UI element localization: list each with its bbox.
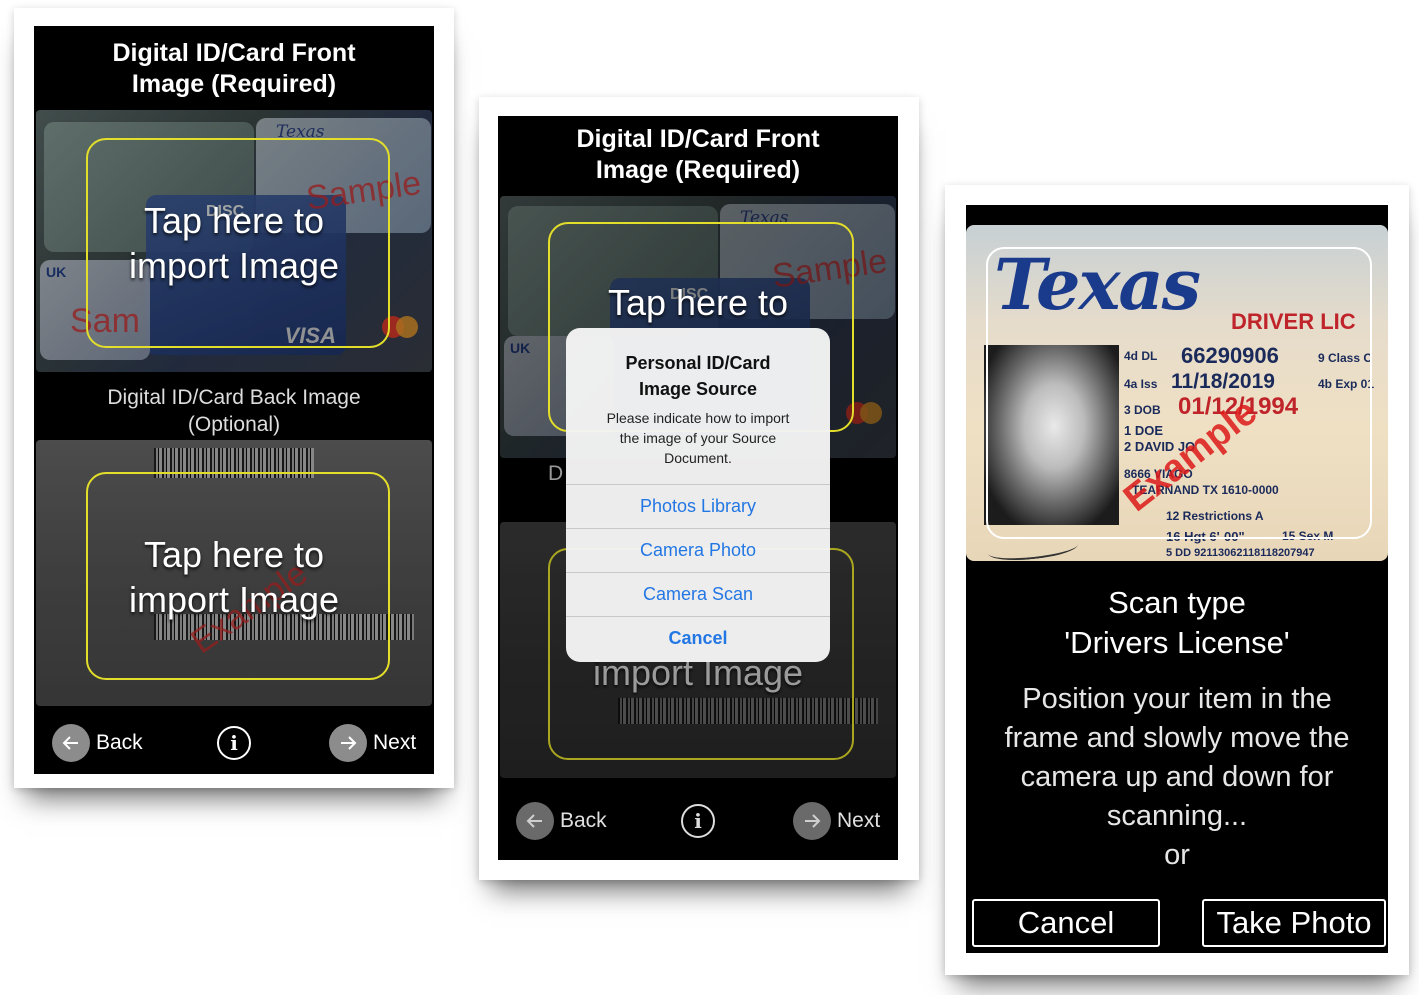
front-image-heading: Digital ID/Card Front Image (Required) <box>112 39 356 98</box>
photos-library-option[interactable]: Photos Library <box>566 484 830 528</box>
next-label-2: Next <box>837 809 881 832</box>
phone-screen-3: Texas DRIVER LIC 4d DL 66290906 9 Class … <box>966 205 1388 953</box>
take-photo-button[interactable]: Take Photo <box>1202 899 1386 947</box>
arrow-right-icon <box>329 724 367 762</box>
back-button-2[interactable]: Back <box>516 802 607 840</box>
front-image-heading-2: Digital ID/Card Front Image (Required) <box>576 125 820 184</box>
dialog-message: Please indicate how to import the image … <box>606 410 790 466</box>
screenshot-card-2: Digital ID/Card Front Image (Required) T… <box>479 97 919 880</box>
dialog-title: Personal ID/Card Image Source <box>625 353 771 399</box>
scan-frame <box>986 247 1372 539</box>
front-tap-label-2[interactable]: Tap here to <box>500 280 896 325</box>
back-label-2: Back <box>560 809 607 832</box>
screenshot-card-3: Texas DRIVER LIC 4d DL 66290906 9 Class … <box>945 185 1409 975</box>
info-icon[interactable]: i <box>681 804 715 838</box>
camera-photo-option[interactable]: Camera Photo <box>566 528 830 572</box>
arrow-right-icon <box>793 802 831 840</box>
back-label: Back <box>96 731 143 754</box>
arrow-left-icon <box>52 724 90 762</box>
drivers-license-preview: Texas DRIVER LIC 4d DL 66290906 9 Class … <box>966 225 1388 561</box>
back-button[interactable]: Back <box>52 724 143 762</box>
bottom-nav-2: Back i Next <box>498 794 898 850</box>
scan-cancel-button[interactable]: Cancel <box>972 899 1160 947</box>
scan-type-heading: Scan type 'Drivers License' <box>1064 585 1290 660</box>
screenshot-card-1: Digital ID/Card Front Image (Required) T… <box>14 8 454 788</box>
image-source-dialog: Personal ID/Card Image Source Please ind… <box>566 328 830 662</box>
dd-field: 5 DD 92113062118118207947 <box>1166 547 1315 559</box>
bottom-nav-1: Back i Next <box>34 716 434 772</box>
phone-screen-1: Digital ID/Card Front Image (Required) T… <box>34 26 434 774</box>
back-tap-label[interactable]: Tap here to import Image <box>36 532 432 622</box>
arrow-left-icon <box>516 802 554 840</box>
back-image-heading: Digital ID/Card Back Image (Optional) <box>107 386 361 436</box>
next-label: Next <box>373 731 417 754</box>
next-button[interactable]: Next <box>329 724 416 762</box>
back-image-panel[interactable]: Example Tap here to import Image <box>36 440 432 706</box>
phone-screen-2: Digital ID/Card Front Image (Required) T… <box>498 116 898 860</box>
next-button-2[interactable]: Next <box>793 802 880 840</box>
front-tap-label[interactable]: Tap here to import Image <box>36 198 432 288</box>
dialog-cancel-button[interactable]: Cancel <box>566 616 830 660</box>
front-image-panel[interactable]: Texas DISC VISA UK Sample Sam Tap here t… <box>36 110 432 372</box>
scan-instructions: Position your item in the frame and slow… <box>1004 683 1350 871</box>
info-icon[interactable]: i <box>217 726 251 760</box>
camera-scan-option[interactable]: Camera Scan <box>566 572 830 616</box>
